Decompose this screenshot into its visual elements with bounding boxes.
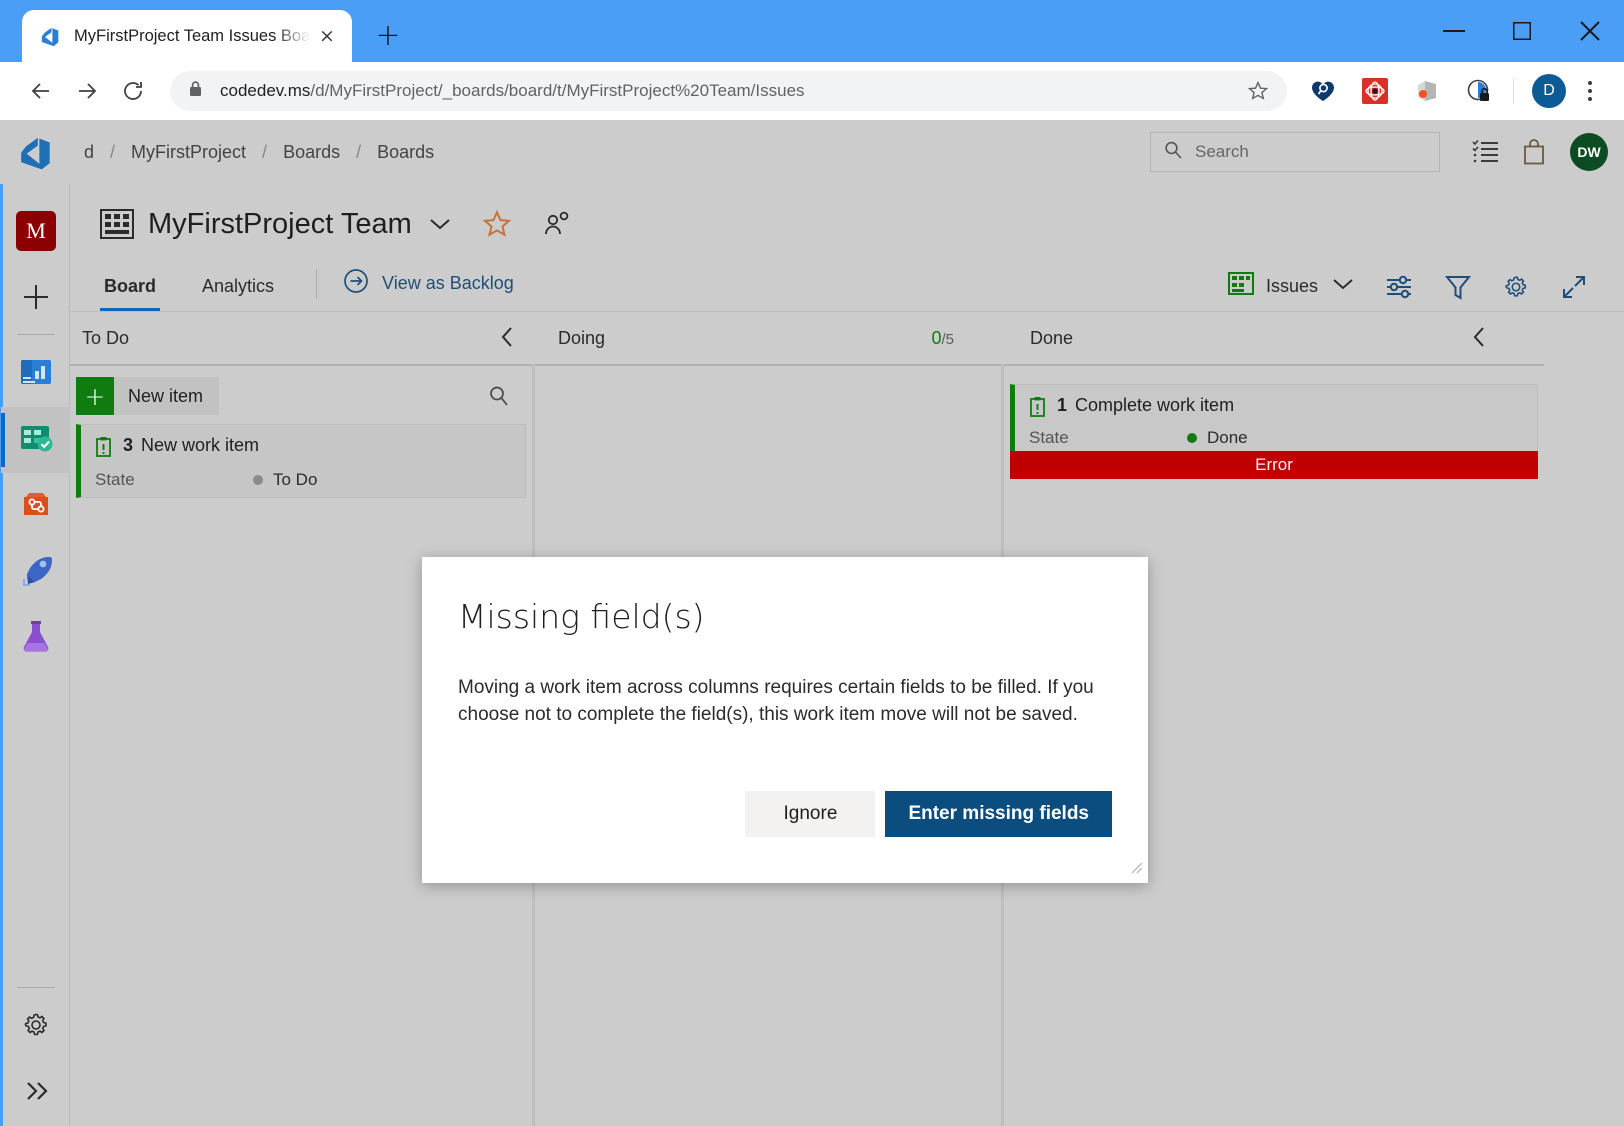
heart-search-extension-icon[interactable]: [1309, 77, 1337, 105]
extension-icons: [1297, 77, 1505, 105]
enter-missing-fields-button[interactable]: Enter missing fields: [885, 791, 1112, 837]
privacy-lock-extension-icon[interactable]: [1465, 77, 1493, 105]
dialog-body-text: Moving a work item across columns requir…: [422, 636, 1148, 728]
resize-grip-icon[interactable]: [1127, 858, 1143, 879]
minimize-icon[interactable]: [1420, 0, 1488, 62]
browser-toolbar: codedev.ms/d/MyFirstProject/_boards/boar…: [0, 62, 1624, 120]
red-bug-extension-icon[interactable]: [1361, 77, 1389, 105]
url-host: codedev.ms: [220, 81, 310, 100]
browser-tab[interactable]: MyFirstProject Team Issues Board ×: [22, 10, 352, 62]
browser-profile-avatar[interactable]: D: [1532, 74, 1566, 108]
dialog-title: Missing field(s): [422, 557, 1148, 636]
back-arrow-icon[interactable]: [18, 68, 64, 114]
maximize-icon[interactable]: [1488, 0, 1556, 62]
missing-fields-dialog: Missing field(s) Moving a work item acro…: [422, 557, 1148, 883]
azure-devops-favicon-icon: [40, 25, 62, 47]
kebab-menu-icon[interactable]: [1574, 81, 1606, 101]
browser-tab-title: MyFirstProject Team Issues Board: [74, 27, 310, 46]
close-icon[interactable]: [1556, 0, 1624, 62]
dialog-actions: Ignore Enter missing fields: [745, 791, 1112, 837]
azure-devops-app: d / MyFirstProject / Boards / Boards Sea…: [0, 120, 1624, 1126]
address-bar-url: codedev.ms/d/MyFirstProject/_boards/boar…: [220, 81, 1243, 101]
url-path: /d/MyFirstProject/_boards/board/t/MyFirs…: [310, 81, 804, 100]
lock-icon: [188, 80, 206, 103]
office-extension-icon[interactable]: [1413, 77, 1441, 105]
ignore-button[interactable]: Ignore: [745, 791, 875, 837]
new-tab-button[interactable]: +: [366, 14, 410, 58]
toolbar-divider: [1513, 78, 1514, 104]
tab-close-icon[interactable]: ×: [314, 23, 340, 49]
forward-arrow-icon[interactable]: [64, 68, 110, 114]
window-controls: [1420, 0, 1624, 62]
address-bar[interactable]: codedev.ms/d/MyFirstProject/_boards/boar…: [170, 71, 1287, 111]
dialog-overlay: Missing field(s) Moving a work item acro…: [0, 120, 1624, 1126]
reload-icon[interactable]: [110, 68, 156, 114]
browser-titlebar: MyFirstProject Team Issues Board × +: [0, 0, 1624, 62]
browser-window: MyFirstProject Team Issues Board × +: [0, 0, 1624, 1126]
bookmark-star-icon[interactable]: [1243, 80, 1273, 102]
